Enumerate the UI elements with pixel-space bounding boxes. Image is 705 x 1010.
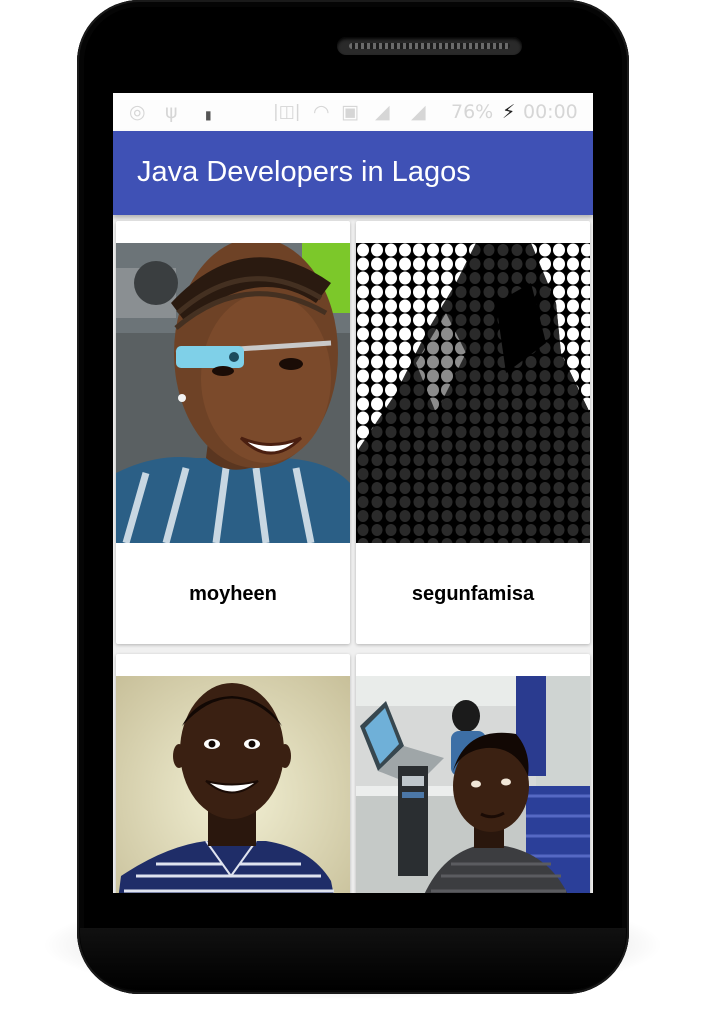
- whatsapp-icon: ◎: [129, 101, 146, 123]
- vibrate-icon: |◫|: [273, 102, 301, 122]
- sim-icon: ▣: [341, 101, 359, 123]
- developer-card[interactable]: segunfamisa: [356, 221, 590, 644]
- developer-card[interactable]: [356, 654, 590, 893]
- developer-card[interactable]: moyheen: [116, 221, 350, 644]
- developer-avatar: [116, 676, 350, 893]
- clock: 00:00: [523, 101, 578, 123]
- developer-username: moyheen: [189, 583, 277, 605]
- developer-avatar: [116, 243, 350, 543]
- developer-username: segunfamisa: [411, 583, 535, 605]
- charging-icon: ⚡: [502, 101, 516, 123]
- battery-percent: 76%: [451, 101, 494, 123]
- earpiece-speaker: [337, 37, 522, 55]
- notification-icon: ▮: [205, 108, 212, 122]
- status-bar: ◎ ψ ▮ |◫| ◠ ▣ ◢ ◢ 76% ⚡ 00:00: [113, 93, 593, 131]
- phone-chin: [80, 928, 626, 990]
- signal-icon: ◢: [375, 101, 390, 123]
- usb-icon: ψ: [165, 101, 178, 123]
- app-bar: Java Developers in Lagos: [113, 131, 593, 215]
- wifi-icon: ◠: [313, 101, 330, 123]
- app-screen: ◎ ψ ▮ |◫| ◠ ▣ ◢ ◢ 76% ⚡ 00:00 Java Devel…: [113, 93, 593, 893]
- page-title: Java Developers in Lagos: [137, 156, 471, 188]
- developer-avatar: [356, 243, 590, 543]
- developer-avatar: [356, 676, 590, 893]
- developer-card[interactable]: [116, 654, 350, 893]
- signal-icon: ◢: [411, 101, 426, 123]
